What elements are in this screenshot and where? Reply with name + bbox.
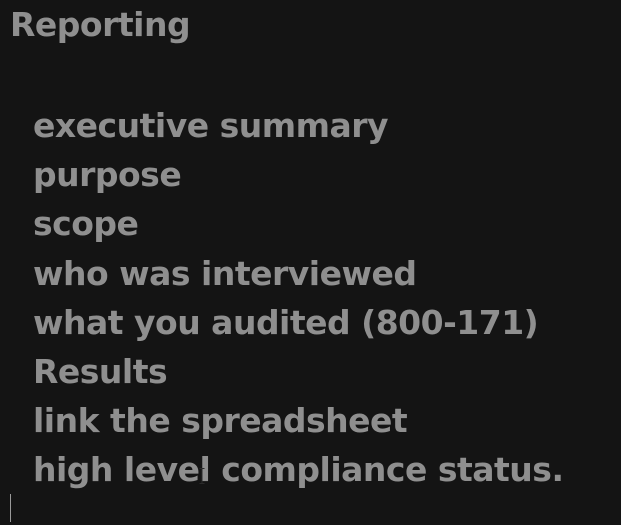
- document-heading: Reporting: [10, 5, 191, 44]
- document-item-list: executive summary purpose scope who was …: [33, 101, 564, 495]
- text-caret: [10, 494, 11, 522]
- list-item-compliance-status: high level compliance status.: [33, 450, 564, 490]
- list-item-link-spreadsheet: link the spreadsheet: [33, 401, 408, 441]
- text-editor[interactable]: Reporting executive summary purpose scop…: [0, 0, 621, 525]
- list-item-purpose: purpose: [33, 155, 182, 195]
- list-item-what-you-audited: what you audited (800-171): [33, 302, 539, 342]
- list-item-who-was-interviewed: who was interviewed: [33, 253, 417, 293]
- list-item-executive-summary: executive summary: [33, 106, 389, 145]
- list-item-scope: scope: [33, 204, 139, 244]
- list-item-results: Results: [33, 351, 168, 391]
- ibeam-cursor-icon: [199, 468, 205, 484]
